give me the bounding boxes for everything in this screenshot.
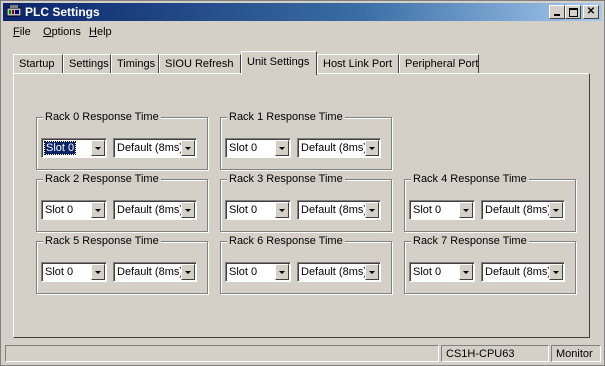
tab-startup[interactable]: Startup <box>13 54 63 74</box>
rack-3-slot-select[interactable]: Slot 0 <box>225 200 291 220</box>
rack-0-time-select[interactable]: Default (8ms) <box>113 138 197 158</box>
window-title: PLC Settings <box>25 5 100 19</box>
rack-3-time-select[interactable]: Default (8ms) <box>297 200 381 220</box>
rack-6-response-group: Rack 6 Response Time Slot 0 Default (8ms… <box>220 235 392 294</box>
chevron-down-icon[interactable] <box>459 264 473 280</box>
tab-host-link-port[interactable]: Host Link Port <box>317 54 399 74</box>
title-bar[interactable]: PLC Settings ✕ <box>3 3 602 21</box>
rack-7-slot-select[interactable]: Slot 0 <box>409 262 475 282</box>
status-model: CS1H-CPU63 <box>441 345 549 362</box>
chevron-down-icon[interactable] <box>459 202 473 218</box>
unit-settings-panel: Rack 0 Response Time Slot 0 Default (8ms… <box>13 73 590 338</box>
menu-help[interactable]: Help <box>89 26 112 38</box>
rack-2-slot-select[interactable]: Slot 0 <box>41 200 107 220</box>
rack-1-time-select[interactable]: Default (8ms) <box>297 138 381 158</box>
rack-6-label: Rack 6 Response Time <box>227 235 345 247</box>
rack-6-time-select[interactable]: Default (8ms) <box>297 262 381 282</box>
rack-5-response-group: Rack 5 Response Time Slot 0 Default (8ms… <box>36 235 208 294</box>
close-icon: ✕ <box>586 6 596 17</box>
rack-3-response-group: Rack 3 Response Time Slot 0 Default (8ms… <box>220 173 392 232</box>
chevron-down-icon[interactable] <box>275 140 289 156</box>
minimize-button[interactable] <box>549 5 565 19</box>
chevron-down-icon[interactable] <box>181 202 195 218</box>
tab-unit-settings[interactable]: Unit Settings <box>241 51 317 75</box>
rack-7-time-select[interactable]: Default (8ms) <box>481 262 565 282</box>
plc-settings-window: PLC Settings ✕ File Options Help Startup… <box>0 0 605 366</box>
chevron-down-icon[interactable] <box>91 264 105 280</box>
chevron-down-icon[interactable] <box>181 140 195 156</box>
menu-options[interactable]: Options <box>43 26 81 38</box>
chevron-down-icon[interactable] <box>275 264 289 280</box>
tab-siou-refresh[interactable]: SIOU Refresh <box>159 54 241 74</box>
chevron-down-icon[interactable] <box>549 202 563 218</box>
rack-2-label: Rack 2 Response Time <box>43 173 161 185</box>
status-bar: CS1H-CPU63 Monitor <box>3 345 602 363</box>
rack-2-response-group: Rack 2 Response Time Slot 0 Default (8ms… <box>36 173 208 232</box>
tab-timings[interactable]: Timings <box>111 54 159 74</box>
chevron-down-icon[interactable] <box>365 264 379 280</box>
maximize-button[interactable] <box>565 5 581 19</box>
minimize-icon <box>554 14 560 16</box>
rack-4-response-group: Rack 4 Response Time Slot 0 Default (8ms… <box>404 173 576 232</box>
rack-5-slot-select[interactable]: Slot 0 <box>41 262 107 282</box>
rack-5-time-select[interactable]: Default (8ms) <box>113 262 197 282</box>
rack-2-time-select[interactable]: Default (8ms) <box>113 200 197 220</box>
tab-peripheral-port[interactable]: Peripheral Port <box>399 54 479 74</box>
rack-7-label: Rack 7 Response Time <box>411 235 529 247</box>
maximize-icon <box>569 8 578 17</box>
rack-1-label: Rack 1 Response Time <box>227 111 345 123</box>
rack-0-slot-select[interactable]: Slot 0 <box>41 138 107 158</box>
rack-4-time-select[interactable]: Default (8ms) <box>481 200 565 220</box>
chevron-down-icon[interactable] <box>181 264 195 280</box>
status-mode: Monitor <box>551 345 601 362</box>
rack-0-response-group: Rack 0 Response Time Slot 0 Default (8ms… <box>36 111 208 170</box>
chevron-down-icon[interactable] <box>365 140 379 156</box>
menu-file[interactable]: File <box>13 26 31 38</box>
rack-0-label: Rack 0 Response Time <box>43 111 161 123</box>
rack-4-slot-select[interactable]: Slot 0 <box>409 200 475 220</box>
rack-3-label: Rack 3 Response Time <box>227 173 345 185</box>
rack-1-response-group: Rack 1 Response Time Slot 0 Default (8ms… <box>220 111 392 170</box>
chevron-down-icon[interactable] <box>549 264 563 280</box>
rack-4-label: Rack 4 Response Time <box>411 173 529 185</box>
chevron-down-icon[interactable] <box>365 202 379 218</box>
close-button[interactable]: ✕ <box>583 5 599 19</box>
chevron-down-icon[interactable] <box>91 140 105 156</box>
rack-6-slot-select[interactable]: Slot 0 <box>225 262 291 282</box>
tab-settings[interactable]: Settings <box>63 54 111 74</box>
status-message-pane <box>5 345 439 362</box>
rack-5-label: Rack 5 Response Time <box>43 235 161 247</box>
chevron-down-icon[interactable] <box>275 202 289 218</box>
chevron-down-icon[interactable] <box>91 202 105 218</box>
rack-7-response-group: Rack 7 Response Time Slot 0 Default (8ms… <box>404 235 576 294</box>
plc-app-icon <box>7 5 21 17</box>
rack-1-slot-select[interactable]: Slot 0 <box>225 138 291 158</box>
